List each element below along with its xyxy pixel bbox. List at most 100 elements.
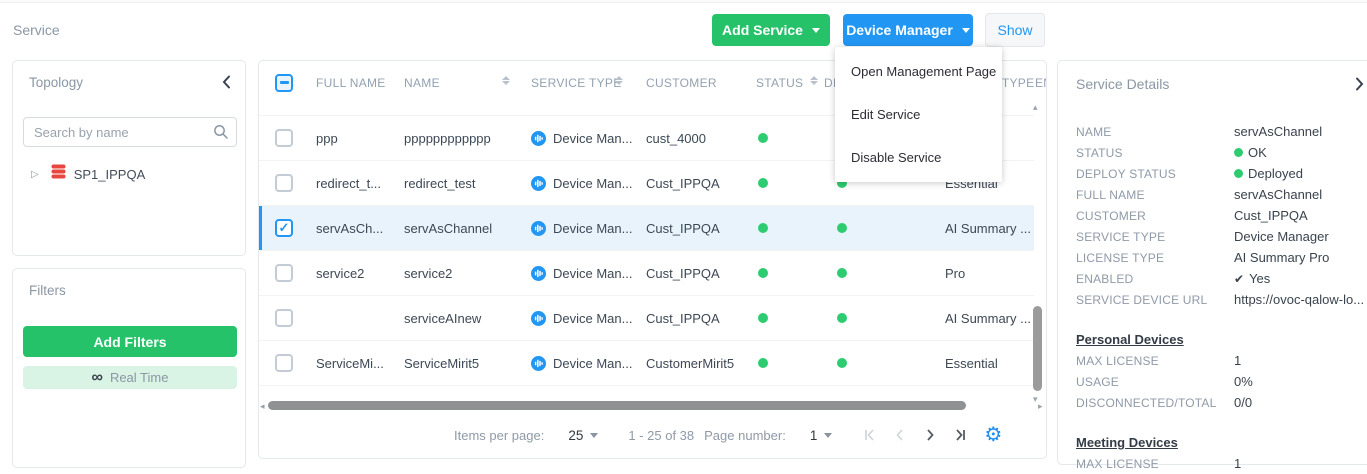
- row-checkbox[interactable]: [275, 129, 293, 147]
- filters-panel: Filters Add Filters ∞ Real Time: [12, 268, 246, 468]
- detail-section-heading: Meeting Devices: [1076, 432, 1364, 453]
- detail-field: DISCONNECTED/TOTAL ✔ 0/0: [1076, 392, 1364, 413]
- add-service-label: Add Service: [722, 22, 803, 38]
- search-input[interactable]: [23, 117, 237, 147]
- add-service-button[interactable]: Add Service: [712, 14, 830, 46]
- service-details-body: NAME ✔ servAsChannel STATUS ✔ OK DEPLOY …: [1076, 121, 1364, 474]
- sort-icon[interactable]: [810, 76, 818, 85]
- cell-license-type: AI Summary ...: [945, 296, 1045, 340]
- row-checkbox[interactable]: [275, 174, 293, 192]
- menu-item-edit-service[interactable]: Edit Service: [835, 93, 1002, 136]
- column-full-name[interactable]: FULL NAME: [316, 61, 398, 104]
- vertical-scrollbar[interactable]: ▴ ▾: [1032, 103, 1044, 403]
- database-icon: [51, 164, 66, 184]
- detail-value: ✔ Device Manager: [1234, 229, 1329, 244]
- status-dot: [758, 313, 768, 323]
- device-manager-icon: [531, 266, 546, 281]
- table-row[interactable]: servAsCh... servAsChannel Device Man... …: [259, 206, 1034, 251]
- cell-customer: Cust_IPPQA: [646, 206, 752, 250]
- detail-label: DISCONNECTED/TOTAL: [1076, 396, 1234, 410]
- cell-full-name: ppp: [316, 116, 398, 160]
- scroll-up-icon[interactable]: ▴: [1033, 103, 1038, 112]
- table-row[interactable]: ServiceMi... ServiceMirit5 Device Man...…: [259, 341, 1034, 386]
- detail-field: STATUS ✔ OK: [1076, 142, 1364, 163]
- real-time-button[interactable]: ∞ Real Time: [23, 366, 237, 389]
- deploy-status-dot: [837, 223, 847, 233]
- detail-value: ✔ https://ovoc-qalow-lo...: [1234, 292, 1364, 307]
- deploy-status-dot: [837, 268, 847, 278]
- status-dot: [1234, 169, 1243, 178]
- device-manager-button[interactable]: Device Manager: [843, 14, 973, 46]
- column-customer[interactable]: CUSTOMER: [646, 61, 752, 104]
- page-number-value[interactable]: 1: [810, 428, 818, 443]
- menu-item-open-management-page[interactable]: Open Management Page: [835, 50, 1002, 93]
- status-dot: [1234, 148, 1243, 157]
- chevron-down-icon[interactable]: [824, 433, 832, 438]
- last-page-icon[interactable]: [952, 427, 968, 443]
- service-details-title: Service Details: [1076, 76, 1169, 92]
- status-dot: [758, 178, 768, 188]
- menu-item-disable-service[interactable]: Disable Service: [835, 136, 1002, 179]
- items-per-page-value[interactable]: 25: [568, 428, 583, 443]
- cell-name: servAsChannel: [404, 206, 512, 250]
- collapse-left-icon[interactable]: [222, 75, 231, 94]
- detail-label: SERVICE TYPE: [1076, 230, 1234, 244]
- expand-arrow-icon[interactable]: ▷: [31, 169, 39, 180]
- detail-section-heading: Personal Devices: [1076, 329, 1364, 350]
- detail-field: SERVICE TYPE ✔ Device Manager: [1076, 226, 1364, 247]
- collapse-right-icon[interactable]: [1355, 77, 1364, 96]
- cell-customer: Cust_IPPQA: [646, 251, 752, 295]
- row-checkbox[interactable]: [275, 309, 293, 327]
- show-button[interactable]: Show: [985, 13, 1045, 47]
- device-manager-icon: [531, 221, 546, 236]
- detail-field: FULL NAME ✔ servAsChannel: [1076, 184, 1364, 205]
- row-checkbox[interactable]: [275, 219, 293, 237]
- items-per-page-label: Items per page:: [454, 428, 544, 443]
- cell-name: serviceAInew: [404, 296, 512, 340]
- column-name[interactable]: NAME: [404, 61, 512, 104]
- add-filters-label: Add Filters: [93, 334, 166, 350]
- first-page-icon[interactable]: [862, 427, 878, 443]
- vertical-scroll-thumb[interactable]: [1033, 306, 1042, 391]
- sort-icon[interactable]: [502, 76, 510, 85]
- cell-service-type: Device Man...: [531, 161, 641, 205]
- detail-value: ✔ 1: [1234, 353, 1241, 368]
- column-enabled[interactable]: ENABLED: [1035, 61, 1047, 104]
- detail-value: ✔ 0%: [1234, 374, 1253, 389]
- filters-title: Filters: [29, 283, 66, 298]
- row-checkbox[interactable]: [275, 264, 293, 282]
- detail-label: ENABLED: [1076, 272, 1234, 286]
- detail-label: USAGE: [1076, 375, 1234, 389]
- detail-label: STATUS: [1076, 146, 1234, 160]
- cell-name: ServiceMirit5: [404, 341, 512, 385]
- add-filters-button[interactable]: Add Filters: [23, 326, 237, 357]
- sort-icon[interactable]: [615, 76, 623, 85]
- column-service-type[interactable]: SERVICE TYPE: [531, 61, 641, 104]
- scroll-right-icon[interactable]: ▸: [1038, 401, 1043, 412]
- tree-item[interactable]: ▷ SP1_IPPQA: [13, 161, 245, 187]
- detail-value: ✔ Deployed: [1234, 166, 1303, 181]
- table-row[interactable]: service2 service2 Device Man... Cust_IPP…: [259, 251, 1034, 296]
- horizontal-scroll-thumb[interactable]: [268, 401, 966, 410]
- cell-service-type: Device Man...: [531, 206, 641, 250]
- cell-full-name: service2: [316, 251, 398, 295]
- table-row[interactable]: serviceAInew Device Man... Cust_IPPQA AI…: [259, 296, 1034, 341]
- select-all-checkbox[interactable]: [275, 74, 293, 92]
- detail-value: ✔ Cust_IPPQA: [1234, 208, 1308, 223]
- detail-value: ✔ servAsChannel: [1234, 187, 1322, 202]
- horizontal-scrollbar[interactable]: ◂ ▸: [259, 399, 1047, 413]
- chevron-down-icon[interactable]: [590, 433, 598, 438]
- device-manager-dropdown-menu: Open Management PageEdit ServiceDisable …: [835, 47, 1002, 182]
- scroll-left-icon[interactable]: ◂: [260, 401, 265, 412]
- gear-icon[interactable]: ⚙: [984, 425, 1002, 445]
- cell-full-name: servAsCh...: [316, 206, 398, 250]
- next-page-icon[interactable]: [922, 427, 938, 443]
- deploy-status-dot: [837, 358, 847, 368]
- detail-field: ENABLED ✔ Yes: [1076, 268, 1364, 289]
- cell-service-type: Device Man...: [531, 296, 641, 340]
- column-status[interactable]: STATUS: [756, 61, 806, 104]
- cell-license-type: Essential: [945, 341, 1045, 385]
- row-checkbox[interactable]: [275, 354, 293, 372]
- previous-page-icon[interactable]: [892, 427, 908, 443]
- detail-value: ✔ 0/0: [1234, 395, 1252, 410]
